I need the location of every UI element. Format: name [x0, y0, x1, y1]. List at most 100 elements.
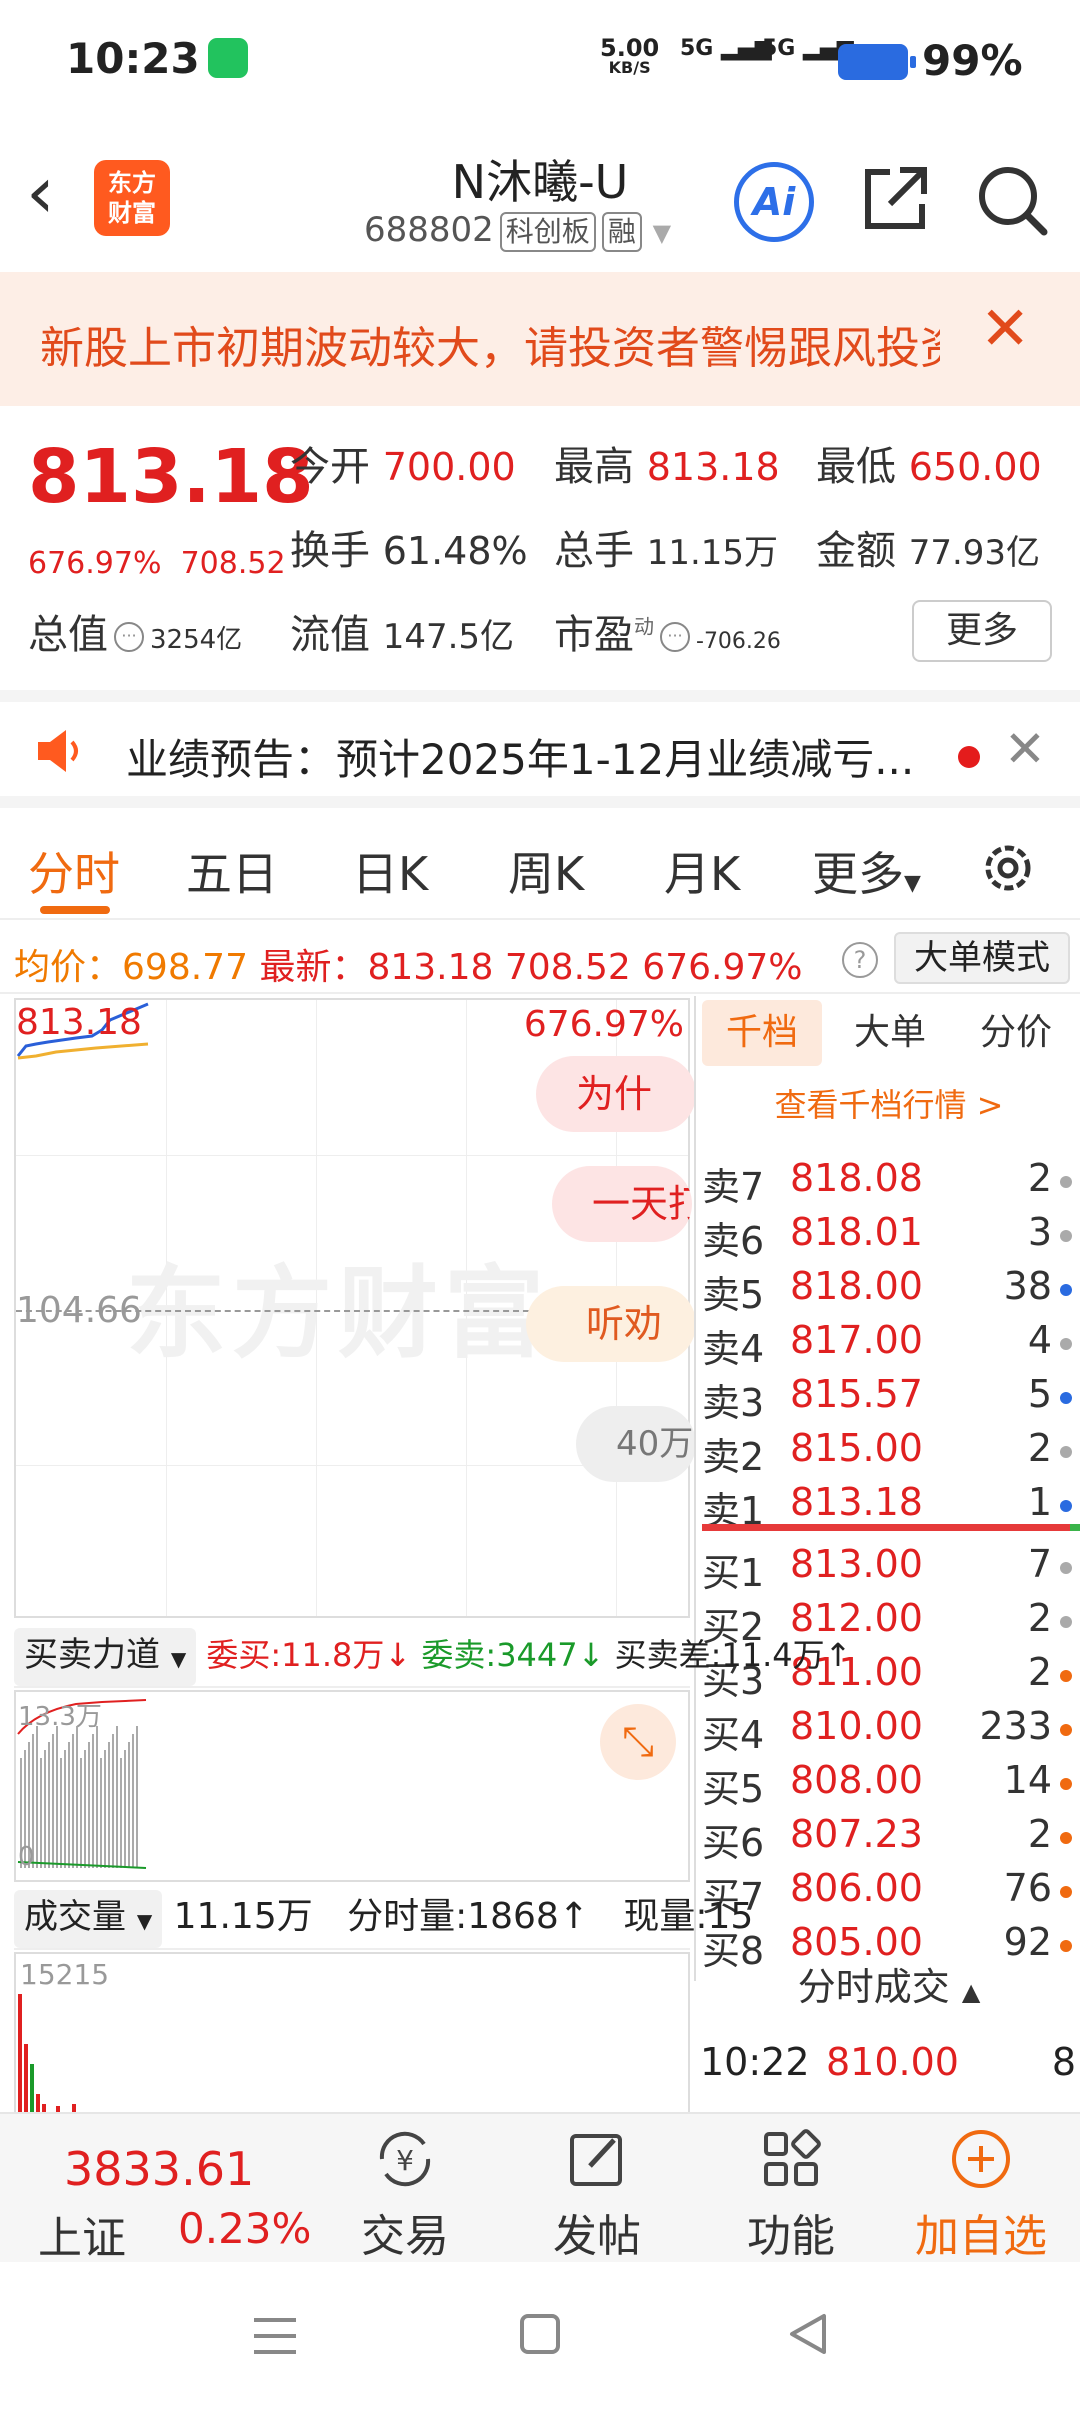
help-icon[interactable]: ? — [842, 942, 878, 978]
ask-row[interactable]: 卖7 818.08 2 — [696, 1156, 1080, 1210]
expand-icon[interactable]: ⤡ — [600, 1704, 676, 1780]
bid-row[interactable]: 买5 808.00 14 — [696, 1758, 1080, 1812]
chevron-down-icon[interactable]: ▼ — [653, 219, 671, 247]
share-icon[interactable] — [860, 164, 930, 234]
level-dot — [1060, 1886, 1072, 1898]
intraday-chart[interactable]: 东方财富 813.18 104.66 676.97% 为什 一天打 听劝 40万 — [14, 998, 696, 1618]
ask-row[interactable]: 卖2 815.00 2 — [696, 1426, 1080, 1480]
trades-header[interactable]: 分时成交 ▲ — [696, 1956, 1080, 2011]
change-value: 708.52 — [504, 947, 631, 988]
level-label: 买6 — [702, 1821, 765, 1865]
tab-monthly-k[interactable]: 月K — [664, 838, 740, 904]
volume-chart[interactable]: 15215 — [14, 1952, 690, 2114]
force-zero-label: 0 — [18, 1842, 35, 1872]
force-bar — [84, 1750, 86, 1868]
level-volume: 1 — [1027, 1480, 1052, 1524]
battery-percent: 99% — [922, 36, 1023, 85]
low-label: 最低 — [816, 444, 896, 490]
force-bar — [76, 1726, 78, 1868]
volume-bars — [18, 1994, 76, 2114]
tab-daily-k[interactable]: 日K — [352, 838, 428, 904]
tab-price-levels[interactable]: 分价 — [956, 1000, 1076, 1066]
bid-row[interactable]: 买1 813.00 7 — [696, 1542, 1080, 1596]
trade-button[interactable]: ¥ 交易 — [330, 2126, 480, 2264]
volume-cell: 总手 11.15万 — [554, 518, 778, 576]
turnover-label: 换手 — [290, 528, 370, 574]
ai-button[interactable]: Ai — [734, 162, 814, 242]
level-dot — [1060, 1940, 1072, 1952]
tab-weekly-k[interactable]: 周K — [508, 838, 584, 904]
bubble-4[interactable]: 40万 — [576, 1406, 696, 1482]
view-levels-link[interactable]: 查看千档行情 > — [696, 1080, 1080, 1126]
add-watchlist-button[interactable]: 加自选 — [906, 2126, 1056, 2264]
index-value[interactable]: 3833.61 — [64, 2142, 254, 2196]
ask-row[interactable]: 卖3 815.57 5 — [696, 1372, 1080, 1426]
force-bar — [52, 1734, 54, 1868]
signal-2-label: 5G — [762, 36, 796, 61]
close-icon[interactable]: ✕ — [1004, 720, 1046, 778]
bid-row[interactable]: 买7 806.00 76 — [696, 1866, 1080, 1920]
level-label: 买1 — [702, 1551, 765, 1595]
search-icon[interactable] — [974, 162, 1050, 238]
chart-top-pct: 676.97% — [523, 1004, 684, 1045]
more-button[interactable]: 更多 — [912, 600, 1052, 662]
low-value: 650.00 — [908, 445, 1042, 489]
trade-time: 10:22 — [700, 2040, 810, 2084]
more-dots-icon[interactable]: ··· — [114, 622, 144, 652]
volume-dropdown[interactable]: 成交量 ▼ — [14, 1890, 163, 1948]
level-volume: 2 — [1027, 1812, 1052, 1856]
level-volume: 38 — [1003, 1264, 1052, 1308]
level-dot — [1060, 1176, 1072, 1188]
bubble-1[interactable]: 为什 — [536, 1056, 696, 1132]
volume-value: 11.15万 — [646, 533, 779, 573]
tab-five-day[interactable]: 五日 — [186, 838, 278, 904]
force-bar — [80, 1758, 82, 1868]
pe-label: 市盈 — [554, 612, 634, 658]
level-price: 812.00 — [790, 1596, 923, 1640]
bid-row[interactable]: 买6 807.23 2 — [696, 1812, 1080, 1866]
low-cell: 最低 650.00 — [816, 434, 1042, 492]
active-tab-indicator — [40, 906, 110, 914]
current-volume: 现量:15 — [623, 1896, 754, 1937]
bottom-toolbar: 3833.61 上证 0.23% ¥ 交易 发帖 功能 加自选 — [0, 2112, 1080, 2264]
function-button[interactable]: 功能 — [716, 2126, 866, 2264]
index-name[interactable]: 上证 — [38, 2202, 126, 2266]
bid-row[interactable]: 买4 810.00 233 — [696, 1704, 1080, 1758]
earnings-notice[interactable]: 业绩预告：预计2025年1-12月业绩减亏... ✕ — [0, 690, 1080, 808]
big-order-mode-button[interactable]: 大单模式 — [894, 932, 1070, 984]
stock-subtitle[interactable]: 688802 科创板融 ▼ — [364, 210, 671, 252]
risk-warning-banner: 新股上市初期波动较大，请投资者警惕跟风投资风险 ✕ — [0, 272, 1080, 406]
ask-row[interactable]: 卖4 817.00 4 — [696, 1318, 1080, 1372]
ask-row[interactable]: 卖5 818.00 38 — [696, 1264, 1080, 1318]
more-dots-icon[interactable]: ··· — [660, 622, 690, 652]
back-nav-icon[interactable] — [786, 2312, 830, 2356]
grid-line — [16, 1155, 688, 1156]
close-icon[interactable]: ✕ — [980, 294, 1030, 364]
bubble-2[interactable]: 一天打 — [552, 1166, 692, 1242]
gear-icon[interactable] — [978, 838, 1038, 898]
level-volume: 5 — [1027, 1372, 1052, 1416]
home-icon[interactable] — [518, 2312, 562, 2356]
force-bar — [96, 1726, 98, 1868]
tab-intraday[interactable]: 分时 — [28, 838, 120, 904]
post-button[interactable]: 发帖 — [522, 2126, 672, 2264]
bubble-3[interactable]: 听劝 — [526, 1286, 696, 1362]
float-value: 147.5亿 — [382, 617, 515, 657]
index-percent[interactable]: 0.23% — [178, 2204, 311, 2253]
menu-icon[interactable] — [250, 2314, 300, 2358]
tab-big-orders[interactable]: 大单 — [830, 1000, 950, 1066]
amount-cell: 金额 77.93亿 — [816, 518, 1040, 576]
force-bar-group — [20, 1726, 138, 1868]
high-label: 最高 — [554, 444, 634, 490]
clock: 10:23 — [66, 34, 200, 83]
chevron-down-icon: ▼ — [136, 1909, 153, 1933]
level-dot — [1060, 1338, 1072, 1350]
quote-panel: 813.18 676.97% 708.52 今开 700.00 最高 813.1… — [0, 406, 1080, 686]
ask-row[interactable]: 卖6 818.01 3 — [696, 1210, 1080, 1264]
trade-price: 810.00 — [826, 2040, 959, 2084]
force-chart[interactable]: 13.3万 0 ⤡ — [14, 1690, 690, 1882]
tab-more[interactable]: 更多▼ — [812, 838, 921, 904]
notice-text: 业绩预告：预计2025年1-12月业绩减亏... — [126, 735, 915, 784]
tab-thousand-levels[interactable]: 千档 — [702, 1000, 822, 1066]
force-dropdown[interactable]: 买卖力道 ▼ — [14, 1628, 197, 1686]
